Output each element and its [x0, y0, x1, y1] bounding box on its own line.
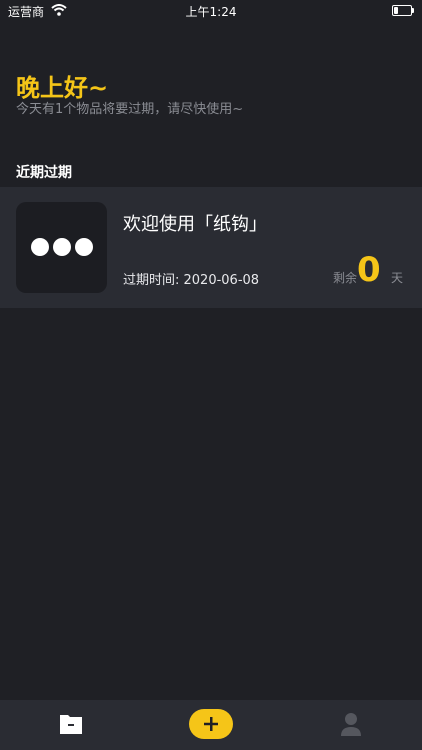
clock: 上午1:24: [185, 5, 237, 19]
item-expire-date: 过期时间: 2020-06-08: [123, 273, 260, 288]
remaining-label: 剩余: [333, 271, 358, 285]
item-title: 欢迎使用「纸钩」: [123, 214, 267, 235]
tab-bar: [0, 700, 422, 750]
battery-icon: [392, 5, 414, 16]
more-dots-icon: [31, 238, 93, 256]
section-title: 近期过期: [16, 165, 72, 181]
greeting-subtitle: 今天有1个物品将要过期，请尽快使用~: [16, 102, 244, 117]
folder-icon[interactable]: [59, 712, 83, 736]
add-icon: [204, 717, 218, 731]
add-button[interactable]: [189, 709, 233, 739]
profile-icon[interactable]: [340, 712, 362, 738]
day-unit-label: 天: [391, 271, 404, 285]
remaining-days: 0: [357, 250, 381, 290]
item-thumbnail: [16, 202, 107, 293]
status-bar: 运营商 上午1:24: [0, 0, 422, 22]
